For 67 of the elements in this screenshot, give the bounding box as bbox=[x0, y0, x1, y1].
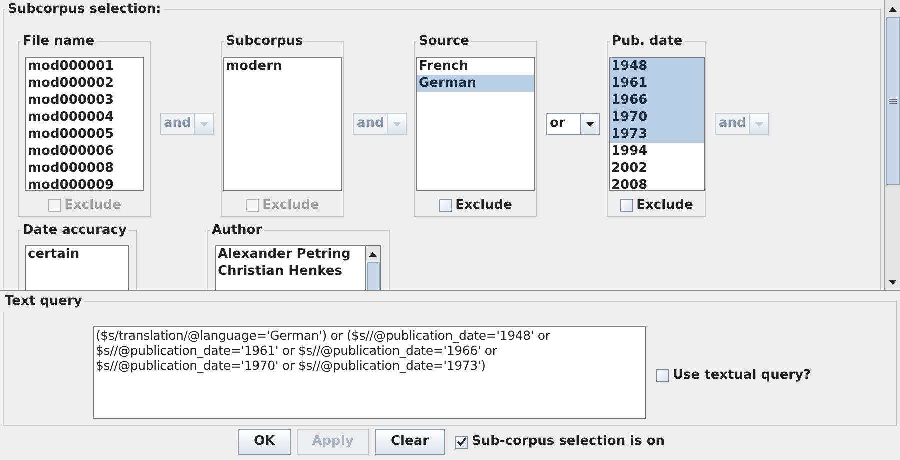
list-item[interactable]: mod000005 bbox=[26, 126, 143, 143]
group-label: Source bbox=[418, 32, 470, 50]
list-item[interactable]: Alexander Petring bbox=[216, 246, 365, 263]
caret-icon bbox=[586, 122, 594, 126]
query-line: $s//@publication_date='1961' or $s//@publication_date='1966' or bbox=[96, 343, 498, 358]
checkbox[interactable] bbox=[455, 436, 468, 448]
list-item[interactable]: mod000006 bbox=[26, 143, 143, 160]
list-item[interactable]: 2002 bbox=[610, 160, 704, 177]
query-line: $s//@publication_date='1970' or $s//@publication_date='1973') bbox=[96, 358, 487, 374]
combo-box[interactable]: or bbox=[546, 113, 600, 135]
list-item[interactable]: 1948 bbox=[610, 58, 704, 75]
group-label: Date accuracy bbox=[22, 222, 128, 240]
combo-box: and bbox=[353, 113, 407, 135]
combo-box: and bbox=[160, 113, 214, 135]
list-box[interactable]: Alexander Petring Christian Henkes bbox=[215, 245, 365, 290]
list-item[interactable]: modern bbox=[224, 58, 341, 75]
group-label: Pub. date bbox=[611, 32, 684, 50]
list-item[interactable]: mod000009 bbox=[26, 177, 143, 190]
text-query-field[interactable]: ($s/translation/@language='German') or ($s//@publication_date='1948' or $s//@publication_date='1961' or $s//@publication_date='1966' or $s//@publication_date='1970' or $s//@publication_date='1973') bbox=[93, 326, 646, 420]
checkbox-label: Exclude bbox=[64, 197, 122, 215]
checkbox-label: Exclude bbox=[262, 197, 320, 215]
checkbox-label: Sub-corpus selection is on bbox=[472, 433, 666, 452]
group-label: Author bbox=[211, 222, 264, 240]
checkbox[interactable] bbox=[620, 199, 633, 212]
list-box[interactable]: mod000001 mod000002 mod000003 mod000004 mod000005 mod000006 mod000008 mod000009 bbox=[25, 57, 144, 191]
grip-icon bbox=[888, 98, 896, 104]
list-item[interactable]: 1966 bbox=[610, 92, 704, 109]
list-box[interactable]: 1948 1961 1966 1970 1973 1994 2002 2008 bbox=[608, 57, 704, 191]
panel-title: Subcorpus selection: bbox=[7, 1, 162, 19]
list-item[interactable]: certain bbox=[26, 246, 128, 263]
ok-button[interactable]: OK bbox=[238, 429, 291, 455]
scroll-up-icon[interactable] bbox=[888, 5, 898, 13]
list-item[interactable]: 1973 bbox=[610, 126, 704, 143]
list-box[interactable]: certain bbox=[25, 245, 129, 290]
combo-box: and bbox=[715, 113, 769, 135]
list-item[interactable]: 1961 bbox=[610, 75, 704, 92]
list-item[interactable]: 2008 bbox=[610, 177, 704, 190]
list-item[interactable]: mod000002 bbox=[26, 75, 143, 92]
list-item[interactable]: German bbox=[417, 75, 534, 92]
list-item[interactable]: mod000004 bbox=[26, 109, 143, 126]
checkbox-label: Exclude bbox=[636, 197, 694, 215]
clear-button[interactable]: Clear bbox=[375, 429, 445, 455]
list-item[interactable]: mod000008 bbox=[26, 160, 143, 177]
group-label: File name bbox=[22, 32, 96, 50]
scrollbar[interactable] bbox=[884, 0, 900, 290]
checkbox[interactable] bbox=[656, 369, 669, 382]
caret-icon bbox=[754, 122, 764, 126]
scroll-down-icon[interactable] bbox=[888, 278, 898, 286]
list-item[interactable]: 1994 bbox=[610, 143, 704, 160]
scroll-thumb[interactable] bbox=[886, 17, 900, 185]
list-item[interactable]: mod000003 bbox=[26, 92, 143, 109]
caret-icon bbox=[200, 122, 209, 126]
query-line: ($s/translation/@language='German') or ($s//@publication_date='1948' or bbox=[96, 328, 552, 344]
apply-button: Apply bbox=[297, 429, 369, 455]
list-item[interactable]: French bbox=[417, 58, 534, 75]
checkbox-label: Exclude bbox=[456, 197, 512, 215]
list-box[interactable]: French German bbox=[416, 57, 535, 191]
checkbox[interactable] bbox=[438, 199, 452, 212]
caret-icon bbox=[392, 122, 402, 126]
scroll-up-icon[interactable] bbox=[368, 250, 378, 258]
list-item[interactable]: Christian Henkes bbox=[216, 263, 365, 280]
list-item[interactable]: 1970 bbox=[610, 109, 704, 126]
group-label: Subcorpus bbox=[225, 32, 304, 50]
checkbox-label: Use textual query? bbox=[673, 367, 812, 385]
list-item[interactable]: mod000001 bbox=[26, 58, 143, 75]
list-box[interactable]: modern bbox=[223, 57, 342, 191]
panel-title: Text query bbox=[4, 293, 84, 311]
